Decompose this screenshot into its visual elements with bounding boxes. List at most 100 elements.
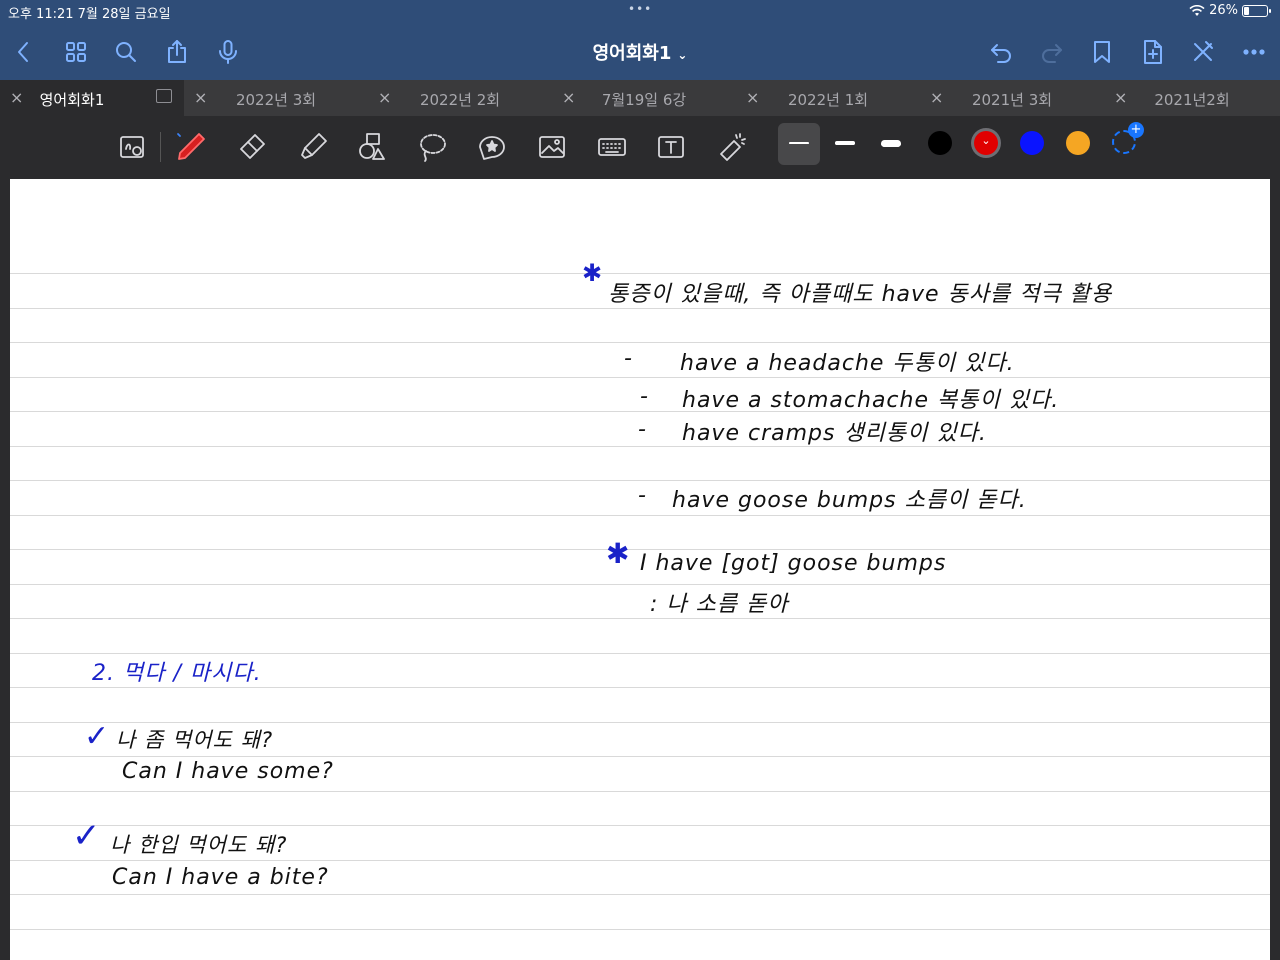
ruled-line bbox=[10, 584, 1270, 585]
add-page-icon bbox=[1144, 40, 1162, 64]
zoom-box-icon bbox=[120, 136, 144, 158]
tab-2022-3[interactable]: × 2022년 3회 bbox=[184, 80, 368, 116]
shapes-icon bbox=[359, 133, 385, 160]
entry-english: Can I have some? bbox=[122, 759, 334, 784]
ruled-line bbox=[10, 687, 1270, 688]
ruled-line bbox=[10, 342, 1270, 343]
note-item: have a headache 두통이 있다. bbox=[680, 351, 1015, 376]
eraser-tool[interactable] bbox=[232, 127, 272, 167]
tab-영어회화1[interactable]: × 영어회화1 bbox=[0, 80, 184, 116]
pen-tool[interactable] bbox=[171, 127, 211, 167]
note-dash: - bbox=[624, 346, 633, 371]
highlighter-icon bbox=[301, 133, 327, 159]
battery-percent: 26% bbox=[1209, 3, 1238, 18]
plus-icon: + bbox=[1128, 122, 1144, 138]
text-icon bbox=[658, 136, 684, 158]
stroke-width-thin[interactable] bbox=[789, 142, 809, 144]
note-item: have a stomachache 복통이 있다. bbox=[682, 388, 1060, 413]
ruled-line bbox=[10, 377, 1270, 378]
status-bar: 오후 11:21 7월 28일 금요일 ••• 26% bbox=[0, 0, 1280, 24]
note-dash: - bbox=[638, 483, 647, 508]
undo-button[interactable] bbox=[985, 36, 1017, 68]
undo-icon bbox=[991, 44, 1011, 63]
stroke-width-selected[interactable] bbox=[778, 123, 820, 165]
ruled-line bbox=[10, 549, 1270, 550]
tab-label: 2022년 2회 bbox=[419, 91, 501, 109]
star-check-mark: ✱ bbox=[606, 537, 630, 570]
image-tool[interactable] bbox=[532, 127, 572, 167]
keyboard-tool[interactable] bbox=[592, 127, 632, 167]
add-color-button[interactable]: + bbox=[1112, 122, 1144, 154]
highlighter-tool[interactable] bbox=[293, 127, 333, 167]
close-pen-button[interactable] bbox=[1187, 36, 1219, 68]
note-item: have cramps 생리통이 있다. bbox=[682, 421, 987, 446]
tab-2022-1[interactable]: × 2022년 1회 bbox=[736, 80, 920, 116]
ruled-line bbox=[10, 515, 1270, 516]
lasso-icon bbox=[420, 134, 446, 162]
toolbar-divider bbox=[160, 132, 161, 162]
tab-2021-2[interactable]: × 2021년2회 bbox=[1104, 80, 1280, 116]
document-title-text: 영어회화1 bbox=[592, 43, 672, 64]
tab-2021-3[interactable]: × 2021년 3회 bbox=[920, 80, 1104, 116]
note-page[interactable]: ✱ 통증이 있을때, 즉 아플때도 have 동사를 적극 활용 - have … bbox=[10, 179, 1270, 960]
document-tabs: × 영어회화1 × 2022년 3회 × 2022년 2회 × 7월19일 6강… bbox=[0, 80, 1280, 116]
note-example: I have [got] goose bumps bbox=[640, 551, 947, 576]
ruled-line bbox=[10, 756, 1270, 757]
redo-button[interactable] bbox=[1036, 36, 1068, 68]
note-item: have goose bumps 소름이 돋다. bbox=[672, 488, 1027, 513]
ruled-line bbox=[10, 446, 1270, 447]
more-button[interactable] bbox=[1238, 36, 1270, 68]
entry-korean: 나 좀 먹어도 돼? bbox=[116, 728, 274, 752]
more-icon bbox=[1243, 49, 1265, 55]
chevron-down-icon: ⌄ bbox=[677, 48, 688, 62]
ruled-line bbox=[10, 618, 1270, 619]
sticker-tool[interactable] bbox=[472, 127, 512, 167]
add-page-button[interactable] bbox=[1137, 36, 1169, 68]
ruled-line bbox=[10, 411, 1270, 412]
stroke-width-thick[interactable] bbox=[881, 140, 901, 147]
battery-icon bbox=[1242, 4, 1271, 17]
drawing-toolbar: + bbox=[0, 116, 1280, 178]
tab-label: 2022년 1회 bbox=[787, 91, 869, 109]
zoom-box-tool[interactable] bbox=[113, 127, 153, 167]
laser-pointer-tool[interactable] bbox=[712, 127, 752, 167]
status-time-date: 오후 11:21 7월 28일 금요일 bbox=[8, 7, 171, 22]
image-icon bbox=[539, 136, 565, 158]
pen-icon bbox=[177, 133, 205, 160]
shapes-tool[interactable] bbox=[352, 127, 392, 167]
redo-icon bbox=[1042, 44, 1062, 63]
keyboard-icon bbox=[598, 138, 626, 156]
note-example-translation: : 나 소름 돋아 bbox=[650, 592, 789, 617]
color-red[interactable] bbox=[974, 131, 998, 155]
color-black[interactable] bbox=[928, 131, 952, 155]
tab-label: 2021년2회 bbox=[1154, 91, 1230, 109]
ruled-line bbox=[10, 480, 1270, 481]
ruled-line bbox=[10, 860, 1270, 861]
color-orange[interactable] bbox=[1066, 131, 1090, 155]
ruled-line bbox=[10, 929, 1270, 930]
ruled-line bbox=[10, 825, 1270, 826]
tab-0719-6[interactable]: × 7월19일 6강 bbox=[552, 80, 736, 116]
status-right: 26% bbox=[1189, 3, 1271, 18]
color-blue[interactable] bbox=[1020, 131, 1044, 155]
bookmark-button[interactable] bbox=[1086, 36, 1118, 68]
section-title: 2. 먹다 / 마시다. bbox=[92, 661, 262, 686]
entry-english: Can I have a bite? bbox=[112, 865, 329, 890]
note-heading: 통증이 있을때, 즉 아플때도 have 동사를 적극 활용 bbox=[608, 282, 1113, 307]
bookmark-icon bbox=[1094, 41, 1110, 63]
multitasking-dots[interactable]: ••• bbox=[628, 2, 652, 16]
note-dash: - bbox=[640, 384, 649, 409]
text-tool[interactable] bbox=[651, 127, 691, 167]
tab-2022-2[interactable]: × 2022년 2회 bbox=[368, 80, 552, 116]
split-view-icon[interactable] bbox=[156, 89, 172, 103]
ruled-line bbox=[10, 894, 1270, 895]
tab-label: 7월19일 6강 bbox=[601, 91, 687, 109]
close-pen-icon bbox=[1194, 41, 1213, 61]
stroke-width-medium[interactable] bbox=[835, 141, 855, 145]
ruled-line bbox=[10, 308, 1270, 309]
entry-korean: 나 한입 먹어도 돼? bbox=[110, 833, 288, 857]
ruled-line bbox=[10, 722, 1270, 723]
note-dash: - bbox=[638, 417, 647, 442]
ruled-line bbox=[10, 791, 1270, 792]
lasso-tool[interactable] bbox=[412, 127, 452, 167]
